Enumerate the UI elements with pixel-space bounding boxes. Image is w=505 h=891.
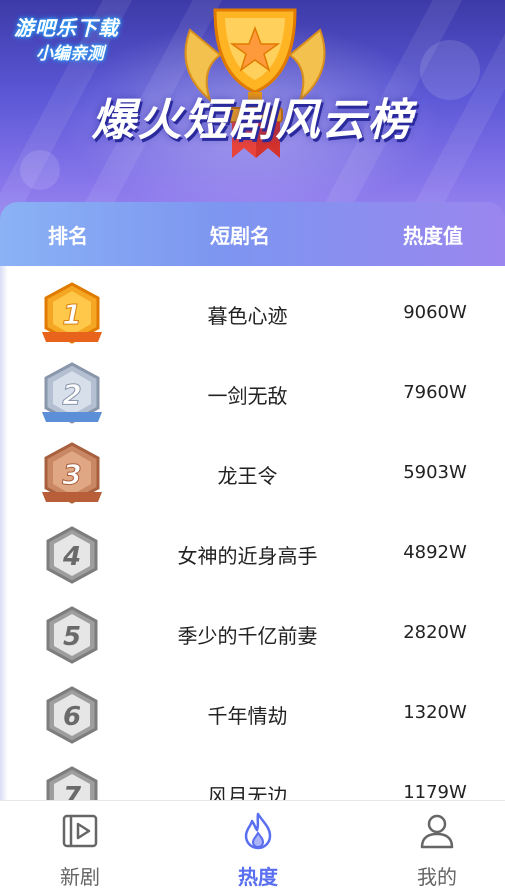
svg-text:5: 5 <box>63 622 81 652</box>
nav-tab-me[interactable]: 我的 <box>377 801 497 891</box>
banner-bubble <box>20 150 60 190</box>
watermark-line1: 游吧乐下载 <box>14 16 119 40</box>
watermark-line2: 小编亲测 <box>36 44 104 64</box>
rank-badge-icon: 5 <box>46 606 98 664</box>
ranking-row[interactable]: 6 千年情劫 1320W <box>0 672 505 752</box>
heat-value: 5903W <box>403 462 467 483</box>
drama-name[interactable]: 女神的近身高手 <box>130 540 365 569</box>
heat-value: 2820W <box>403 622 467 643</box>
svg-text:2: 2 <box>62 378 81 411</box>
user-icon <box>420 814 454 849</box>
drama-name[interactable]: 龙王令 <box>130 460 365 489</box>
ranking-list[interactable]: 1 暮色心迹 9060W 2 一剑无敌 7960W 3 龙王令 5903W 4 … <box>0 266 505 800</box>
heat-value: 1179W <box>403 782 467 800</box>
rank-badge-icon: 7 <box>46 766 98 800</box>
ranking-row[interactable]: 5 季少的千亿前妻 2820W <box>0 592 505 672</box>
play-video-icon <box>62 814 98 848</box>
drama-name[interactable]: 千年情劫 <box>130 700 365 729</box>
heat-value: 9060W <box>403 302 467 323</box>
drama-name[interactable]: 季少的千亿前妻 <box>130 620 365 649</box>
ranking-row[interactable]: 2 一剑无敌 7960W <box>0 352 505 432</box>
nav-label: 我的 <box>417 865 457 889</box>
drama-name[interactable]: 风月无边 <box>130 780 365 800</box>
nav-label: 热度 <box>238 865 278 889</box>
silver-medal-icon: 2 <box>42 362 102 424</box>
heat-value: 4892W <box>403 542 467 563</box>
flame-icon <box>244 812 272 850</box>
heat-value: 1320W <box>403 702 467 723</box>
nav-label: 新剧 <box>60 865 100 889</box>
rank-badge-icon: 4 <box>46 526 98 584</box>
svg-text:6: 6 <box>63 702 81 732</box>
column-header-name: 短剧名 <box>210 224 270 248</box>
svg-text:1: 1 <box>62 298 81 331</box>
svg-text:4: 4 <box>62 542 81 572</box>
banner-title: 爆火短剧风云榜 <box>91 95 414 146</box>
ranking-row[interactable]: 3 龙王令 5903W <box>0 432 505 512</box>
drama-name[interactable]: 一剑无敌 <box>130 380 365 409</box>
column-header-rank: 排名 <box>48 224 88 248</box>
svg-text:3: 3 <box>62 458 81 491</box>
ranking-row[interactable]: 4 女神的近身高手 4892W <box>0 512 505 592</box>
nav-tab-new[interactable]: 新剧 <box>20 801 140 891</box>
svg-text:7: 7 <box>63 782 82 800</box>
bottom-nav: 新剧 热度 我的 <box>0 800 505 891</box>
drama-name[interactable]: 暮色心迹 <box>130 300 365 329</box>
bronze-medal-icon: 3 <box>42 442 102 504</box>
table-header: 排名 短剧名 热度值 <box>0 202 505 266</box>
gold-medal-icon: 1 <box>42 282 102 344</box>
nav-tab-hot[interactable]: 热度 <box>198 801 318 891</box>
watermark-logo: 游吧乐下载 小编亲测 <box>14 12 144 64</box>
heat-value: 7960W <box>403 382 467 403</box>
rank-badge-icon: 6 <box>46 686 98 744</box>
ranking-row[interactable]: 1 暮色心迹 9060W <box>0 272 505 352</box>
ranking-row[interactable]: 7 风月无边 1179W <box>0 752 505 800</box>
column-header-heat: 热度值 <box>403 224 463 248</box>
